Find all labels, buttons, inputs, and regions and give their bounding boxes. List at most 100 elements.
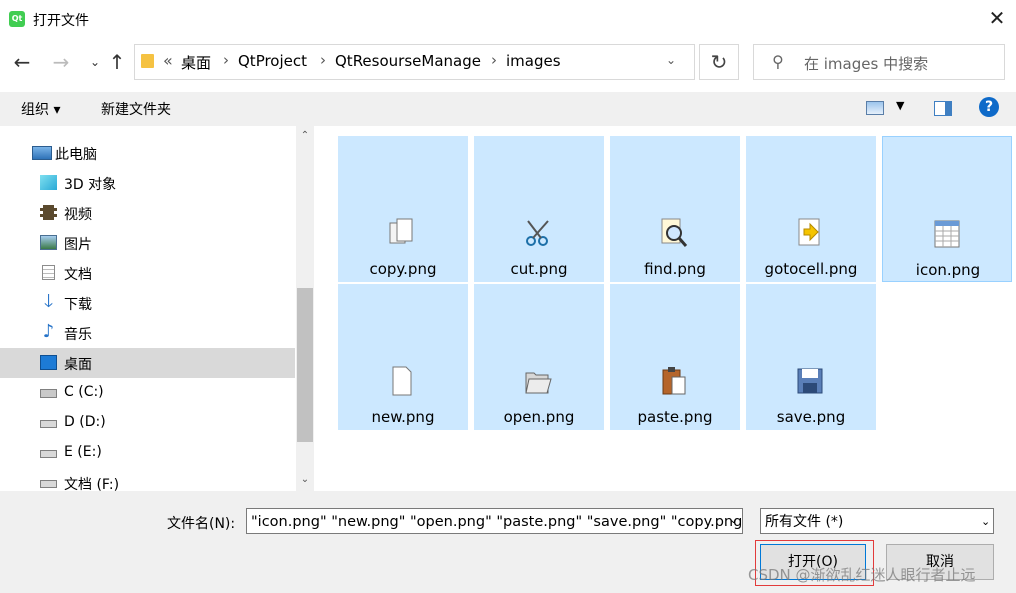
search-box[interactable]: ⚲ 在 images 中搜索 [753, 44, 1005, 80]
file-list: copy.png cut.png find.png gotocell.png i… [316, 126, 1016, 491]
magnifier-icon [661, 218, 688, 247]
drive-icon [40, 420, 57, 428]
copy-icon [389, 218, 413, 244]
file-item-copy[interactable]: copy.png [338, 136, 468, 282]
breadcrumb-separator[interactable]: › [223, 51, 229, 69]
filename-label: 文件名(N): [167, 516, 236, 532]
dialog-footer: 文件名(N): "icon.png" "new.png" "open.png" … [0, 491, 1016, 593]
drive-icon [40, 450, 57, 458]
scroll-down-icon[interactable]: ⌄ [296, 474, 314, 485]
nav-item-drive-f[interactable]: 文档 (F:) [0, 468, 295, 491]
command-toolbar: 组织 ▾ 新建文件夹 ▼ ? [0, 92, 1016, 126]
up-arrow-icon[interactable]: ↑ [106, 51, 128, 73]
nav-item-this-pc[interactable]: 此电脑 [0, 138, 295, 168]
nav-item-videos[interactable]: 视频 [0, 198, 295, 228]
filename-dropdown-chevron-icon[interactable]: ⌄ [729, 513, 738, 526]
file-item-new[interactable]: new.png [338, 284, 468, 430]
address-overflow-chevron[interactable]: « [163, 51, 173, 70]
nav-item-label: D (D:) [64, 414, 106, 430]
file-name: gotocell.png [764, 260, 858, 278]
file-item-gotocell[interactable]: gotocell.png [746, 136, 876, 282]
file-type-chevron-icon[interactable]: ⌄ [981, 509, 990, 535]
scrollbar-thumb[interactable] [297, 288, 313, 442]
nav-item-label: 桌面 [64, 357, 92, 373]
organize-button[interactable]: 组织 ▾ [21, 99, 60, 119]
file-item-find[interactable]: find.png [610, 136, 740, 282]
file-name: copy.png [369, 260, 437, 278]
new-folder-button[interactable]: 新建文件夹 [101, 99, 171, 119]
file-name: paste.png [637, 408, 713, 426]
music-icon: ♪ [42, 321, 55, 342]
filename-input[interactable]: "icon.png" "new.png" "open.png" "paste.p… [246, 508, 743, 534]
folder-icon [141, 54, 154, 68]
breadcrumb-desktop[interactable]: 桌面 [181, 52, 211, 73]
file-name: open.png [503, 408, 575, 426]
breadcrumb-qtresoursemanage[interactable]: QtResourseManage [335, 52, 481, 70]
file-item-open[interactable]: open.png [474, 284, 604, 430]
nav-item-documents[interactable]: 文档 [0, 258, 295, 288]
file-item-paste[interactable]: paste.png [610, 284, 740, 430]
nav-item-label: 下载 [64, 297, 92, 313]
file-name: new.png [371, 408, 435, 426]
file-item-save[interactable]: save.png [746, 284, 876, 430]
search-icon: ⚲ [772, 52, 784, 71]
search-placeholder: 在 images 中搜索 [804, 55, 929, 73]
nav-item-label: 文档 [64, 267, 92, 283]
clipboard-icon [662, 367, 686, 395]
navigation-pane: 此电脑 3D 对象 视频 图片 文档 🡓 下载 ♪ 音乐 桌面 C (C:) D… [0, 126, 316, 491]
view-options-dropdown-icon[interactable]: ▼ [896, 99, 904, 112]
nav-item-label: 此电脑 [55, 147, 97, 163]
drive-c-icon [40, 389, 57, 398]
nav-item-label: 3D 对象 [64, 177, 117, 193]
nav-item-label: 视频 [64, 207, 92, 223]
file-name: icon.png [915, 261, 981, 279]
breadcrumb-images[interactable]: images [506, 52, 561, 70]
nav-item-pictures[interactable]: 图片 [0, 228, 295, 258]
pictures-icon [40, 235, 57, 250]
open-folder-icon [525, 372, 552, 394]
scroll-up-icon[interactable]: ⌃ [296, 130, 314, 141]
drive-icon [40, 480, 57, 488]
refresh-icon[interactable]: ↻ [699, 44, 739, 80]
qt-app-icon: Qt [9, 11, 25, 27]
back-arrow-icon[interactable]: ← [11, 51, 33, 73]
spreadsheet-icon [934, 220, 960, 248]
document-icon [42, 265, 55, 280]
goto-arrow-icon [798, 218, 820, 246]
breadcrumb-qtproject[interactable]: QtProject [238, 52, 307, 70]
cube-3d-icon [40, 175, 57, 190]
nav-item-drive-d[interactable]: D (D:) [0, 408, 295, 438]
file-item-cut[interactable]: cut.png [474, 136, 604, 282]
address-bar[interactable]: « 桌面 › QtProject › QtResourseManage › im… [134, 44, 695, 80]
nav-item-3d-objects[interactable]: 3D 对象 [0, 168, 295, 198]
breadcrumb-separator[interactable]: › [491, 51, 497, 69]
preview-pane-icon[interactable] [934, 101, 952, 116]
address-dropdown-chevron-icon[interactable]: ⌄ [666, 53, 676, 67]
title-bar: Qt 打开文件 ✕ [0, 0, 1016, 38]
file-name: save.png [776, 408, 846, 426]
recent-locations-chevron-icon[interactable]: ⌄ [84, 51, 106, 73]
nav-item-downloads[interactable]: 🡓 下载 [0, 288, 295, 318]
nav-item-drive-e[interactable]: E (E:) [0, 438, 295, 468]
nav-item-label: C (C:) [64, 384, 104, 400]
download-icon: 🡓 [43, 291, 54, 312]
change-view-icon[interactable] [866, 101, 884, 115]
nav-item-label: 图片 [64, 237, 92, 253]
close-icon[interactable]: ✕ [985, 6, 1009, 30]
navigation-scrollbar[interactable]: ⌃ ⌄ [296, 126, 314, 491]
desktop-icon [40, 355, 57, 370]
new-file-icon [392, 366, 412, 396]
help-icon[interactable]: ? [979, 97, 999, 117]
nav-item-music[interactable]: ♪ 音乐 [0, 318, 295, 348]
file-type-select[interactable]: 所有文件 (*) ⌄ [760, 508, 994, 534]
nav-item-desktop[interactable]: 桌面 [0, 348, 295, 378]
window-title: 打开文件 [33, 13, 89, 29]
file-item-icon[interactable]: icon.png [882, 136, 1012, 282]
nav-item-drive-c[interactable]: C (C:) [0, 378, 295, 408]
file-type-value: 所有文件 (*) [765, 514, 844, 530]
breadcrumb-separator[interactable]: › [320, 51, 326, 69]
file-name: find.png [644, 260, 706, 278]
forward-arrow-icon[interactable]: → [50, 51, 72, 73]
nav-item-label: E (E:) [64, 444, 102, 460]
video-icon [40, 205, 57, 220]
